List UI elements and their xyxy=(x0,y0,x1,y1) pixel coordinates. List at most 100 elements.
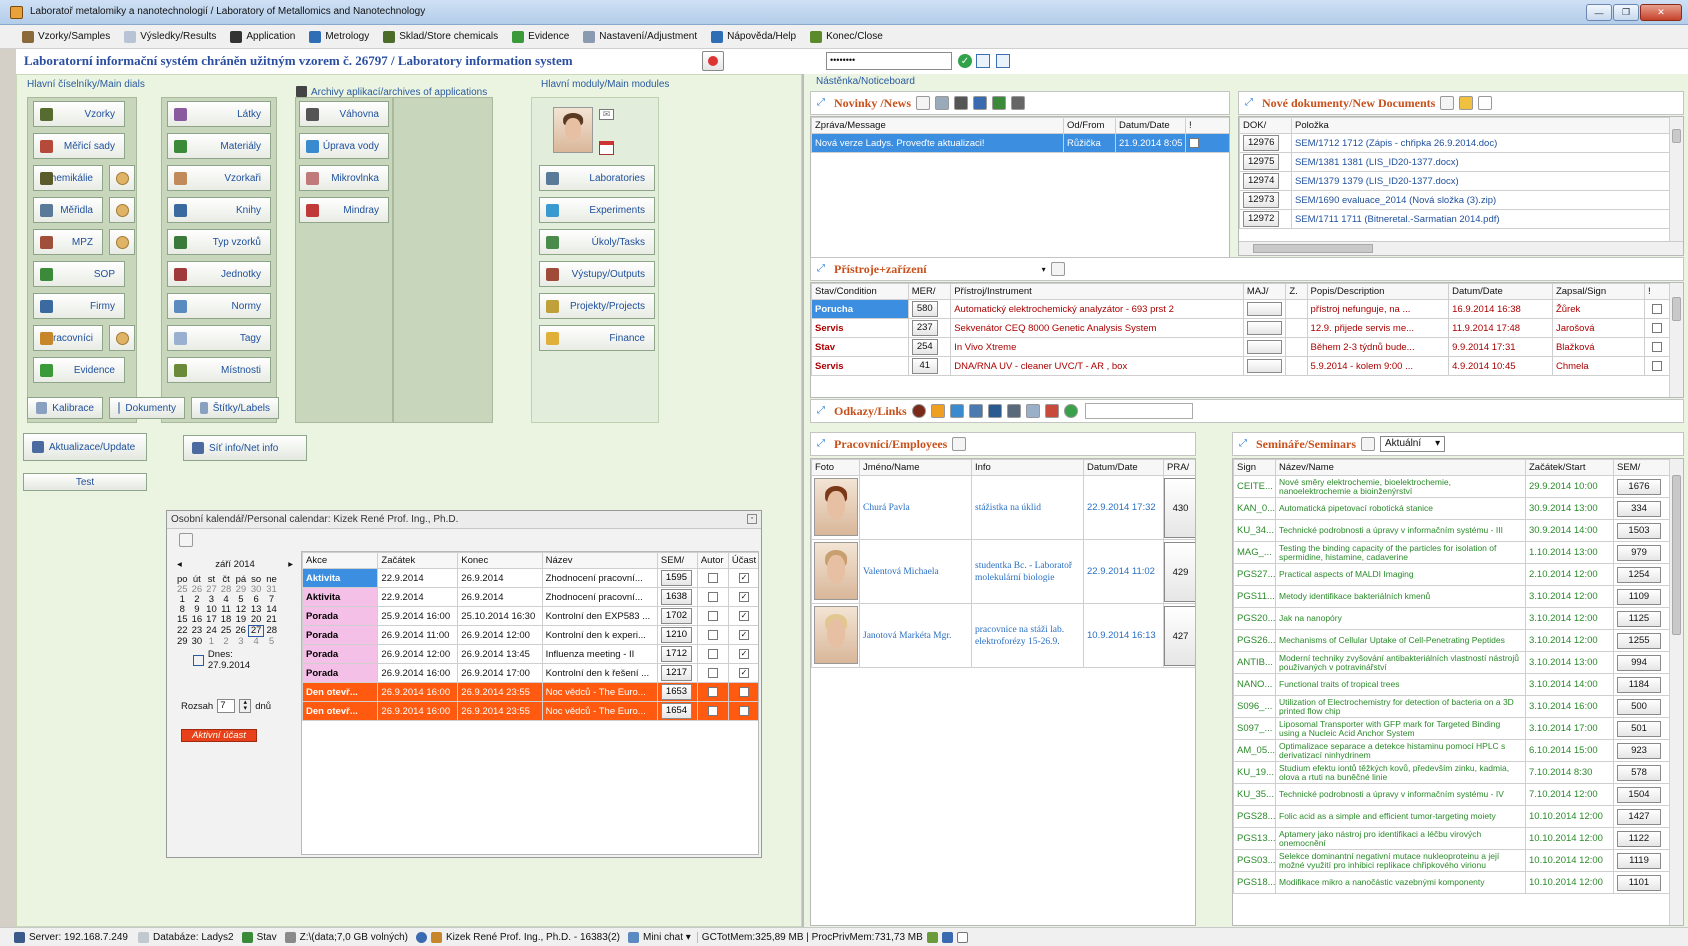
minimize-button[interactable]: — xyxy=(1586,4,1612,21)
calendar-day[interactable]: 20 xyxy=(248,615,264,626)
dial2-button-1[interactable]: Materiály xyxy=(167,133,271,159)
event-sem-button[interactable]: 1217 xyxy=(660,665,693,681)
table-row[interactable]: Porada 26.9.2014 16:00 26.9.2014 17:00 Kont… xyxy=(302,663,758,683)
seminar-id-button[interactable]: 994 xyxy=(1617,654,1661,671)
participation-checkbox[interactable]: ✓ xyxy=(738,705,749,716)
column-header[interactable]: Stav/Condition xyxy=(811,283,909,300)
table-row[interactable]: KU_34... Technické podrobnosti a úpravy v… xyxy=(1233,519,1670,542)
seminar-id-button[interactable]: 1122 xyxy=(1617,830,1661,847)
chart-icon[interactable] xyxy=(949,404,964,418)
active-participation-badge[interactable]: Aktivní účast xyxy=(181,729,257,742)
participation-checkbox[interactable]: ✓ xyxy=(738,591,749,602)
table-row[interactable]: NANO... Functional traits of tropical tre… xyxy=(1233,673,1670,696)
table-row[interactable]: KU_19... Studium efektu iontů těžkých kov… xyxy=(1233,761,1670,784)
archive-button-1[interactable]: Úprava vody xyxy=(299,133,389,159)
column-header[interactable]: Akce xyxy=(302,552,379,569)
table-row[interactable]: 12972 SEM/1711 1711 (Bitneretal.-Sarmatia… xyxy=(1239,209,1670,229)
dial-button-3[interactable]: Měřidla xyxy=(33,197,103,223)
column-header[interactable]: Sign xyxy=(1233,459,1276,476)
calendar-day[interactable]: 19 xyxy=(233,615,248,626)
dial2-button-6[interactable]: Normy xyxy=(167,293,271,319)
seminar-id-button[interactable]: 1119 xyxy=(1617,852,1661,869)
calendar-day[interactable]: 21 xyxy=(264,615,279,626)
column-header[interactable]: Začátek xyxy=(377,552,459,569)
split-view-icon[interactable] xyxy=(996,54,1010,68)
confirm-icon[interactable]: ✓ xyxy=(958,54,972,68)
column-header[interactable]: Od/From xyxy=(1063,117,1116,134)
link-input[interactable] xyxy=(1084,403,1193,419)
today-label[interactable]: Dnes: 27.9.2014 xyxy=(208,649,277,671)
expand-icon[interactable]: ⤢ xyxy=(1239,438,1251,450)
employee-name[interactable]: Valentová Michaela xyxy=(859,539,972,604)
collapse-icon[interactable]: ▫ xyxy=(747,514,757,524)
store-icon[interactable] xyxy=(954,96,969,110)
table-icon[interactable] xyxy=(968,404,983,418)
event-sem-button[interactable]: 1638 xyxy=(660,589,693,605)
employee-id-button[interactable]: 429 xyxy=(1164,541,1195,602)
calendar-day[interactable]: 30 xyxy=(190,636,205,648)
participation-checkbox[interactable]: ✓ xyxy=(738,572,749,583)
calendar-day[interactable]: 16 xyxy=(190,615,205,626)
participation-checkbox[interactable]: ✓ xyxy=(738,610,749,621)
author-checkbox[interactable] xyxy=(707,648,718,659)
table-row[interactable]: Valentová Michaela studentka Bc. - Labora… xyxy=(811,539,1195,604)
document-id-button[interactable]: 12972 xyxy=(1243,211,1280,227)
dial2-button-8[interactable]: Místnosti xyxy=(167,357,271,383)
table-row[interactable]: PGS13... Aptamery jako nástroj pro identi… xyxy=(1233,827,1670,850)
net-info-button[interactable]: Síť info/Net info xyxy=(183,435,307,461)
seminars-filter-select[interactable]: Aktuální ▾ xyxy=(1380,436,1446,452)
calendar-day[interactable]: 23 xyxy=(190,626,205,637)
module-button-1[interactable]: Experiments xyxy=(539,197,655,223)
document-item[interactable]: SEM/1379 1379 (LIS_ID20-1377.docx) xyxy=(1291,171,1670,191)
table-row[interactable]: Servis 41 DNA/RNA UV - cleaner UVC/T - AR … xyxy=(811,356,1672,376)
column-header[interactable]: Autor xyxy=(696,552,729,569)
window-icon[interactable] xyxy=(976,54,990,68)
column-header[interactable]: Název/Name xyxy=(1275,459,1526,476)
expand-icon[interactable]: ⤢ xyxy=(817,263,829,275)
document-item[interactable]: SEM/1690 evaluace_2014 (Nová složka (3).… xyxy=(1291,190,1670,210)
column-header[interactable]: MAJ/ xyxy=(1242,283,1287,300)
calendar-icon[interactable] xyxy=(599,141,614,155)
employee-name[interactable]: Janotová Markéta Mgr. xyxy=(859,603,972,668)
table-row[interactable]: Porucha 580 Automatický elektrochemický an… xyxy=(811,299,1672,319)
column-header[interactable]: ! xyxy=(1185,117,1229,134)
logo-icon[interactable] xyxy=(702,51,724,71)
instruments-scrollbar[interactable] xyxy=(1669,283,1683,397)
column-header[interactable]: Název xyxy=(541,552,658,569)
seminar-id-button[interactable]: 979 xyxy=(1617,544,1661,561)
calendar-day[interactable]: 15 xyxy=(175,615,190,626)
dial-button-7[interactable]: Pracovníci xyxy=(33,325,103,351)
calendar-day[interactable]: 3 xyxy=(233,636,248,648)
column-header[interactable]: SEM/ xyxy=(656,552,698,569)
seminar-id-button[interactable]: 1503 xyxy=(1617,522,1661,539)
table-row[interactable]: AM_05... Optimalizace separace a detekce … xyxy=(1233,739,1670,762)
column-header[interactable]: Jméno/Name xyxy=(859,459,972,476)
table-row[interactable]: Den otevř... 26.9.2014 16:00 26.9.2014 23:… xyxy=(302,682,758,702)
menu-item-4[interactable]: Sklad/Store chemicals xyxy=(377,29,504,45)
table-row[interactable]: Servis 237 Sekvenátor CEQ 8000 Genetic Ana… xyxy=(811,318,1672,338)
folder-icon[interactable] xyxy=(1459,96,1474,110)
document-icon[interactable] xyxy=(1025,404,1040,418)
table-row[interactable]: PGS20... Jak na nanopóry 3.10.2014 12:00 11… xyxy=(1233,607,1670,630)
export-icon[interactable] xyxy=(1050,262,1065,276)
instrument-id-button[interactable]: 254 xyxy=(911,339,938,355)
dial-settings-button[interactable] xyxy=(109,165,135,191)
calendar-day[interactable]: 27 xyxy=(247,625,265,637)
column-header[interactable]: PRA/ xyxy=(1163,459,1195,476)
employee-id-button[interactable]: 427 xyxy=(1164,605,1195,666)
table-row[interactable]: Porada 26.9.2014 12:00 26.9.2014 13:45 Infl… xyxy=(302,644,758,664)
calendar-day[interactable]: 28 xyxy=(264,626,279,637)
maximize-button[interactable]: ❐ xyxy=(1613,4,1639,21)
column-header[interactable]: Datum/Date xyxy=(1448,283,1553,300)
table-row[interactable]: 12974 SEM/1379 1379 (LIS_ID20-1377.docx) xyxy=(1239,171,1670,191)
table-row[interactable]: Aktivita 22.9.2014 26.9.2014 Zhodnocení pra… xyxy=(302,568,758,588)
employee-photo[interactable] xyxy=(814,478,858,536)
prev-month-icon[interactable]: ◂ xyxy=(177,559,182,570)
event-sem-button[interactable]: 1210 xyxy=(660,627,693,643)
table-row[interactable]: KU_35... Technické podrobnosti a úpravy v… xyxy=(1233,783,1670,806)
author-checkbox[interactable] xyxy=(707,629,718,640)
export-icon[interactable] xyxy=(1440,96,1455,110)
column-header[interactable]: Info xyxy=(971,459,1084,476)
document-id-button[interactable]: 12976 xyxy=(1243,135,1280,151)
filter-icon[interactable] xyxy=(973,96,988,110)
